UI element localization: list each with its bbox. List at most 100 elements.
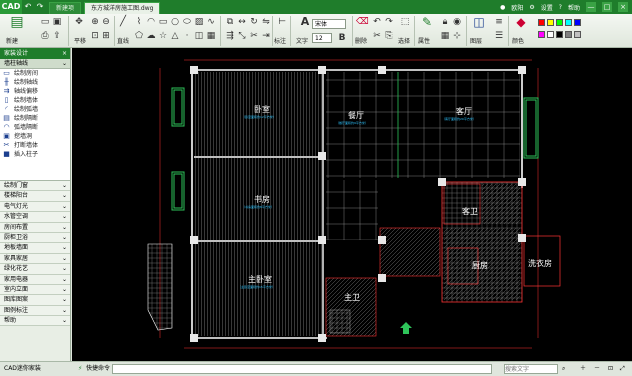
pan-button[interactable]: 平移 <box>74 36 86 45</box>
redo-tool-icon[interactable]: ↷ <box>384 17 394 27</box>
lock-icon[interactable]: 🔒︎ <box>440 17 450 27</box>
tab-new[interactable]: 新建项 <box>49 2 82 14</box>
color-swatch[interactable] <box>556 19 563 26</box>
zoom-out-status-icon[interactable]: － <box>594 362 600 376</box>
category-item[interactable]: 绘制门窗 ⌄ <box>0 181 70 192</box>
dimension-icon[interactable]: ⊢ <box>277 17 287 27</box>
mirror-icon[interactable]: ⇋ <box>261 17 271 27</box>
snap-icon[interactable]: ⊹ <box>452 31 462 41</box>
open-icon[interactable]: ▭ <box>40 17 50 27</box>
paste-icon[interactable]: ⎘ <box>384 31 394 41</box>
layers-button[interactable]: 图层 <box>470 36 482 45</box>
color-swatch[interactable] <box>574 19 581 26</box>
tool-item[interactable]: ▭ 绘制房间 <box>0 69 70 78</box>
image-icon[interactable]: ▦ <box>206 31 216 41</box>
zoom-window-icon[interactable]: ⊡ <box>90 31 100 41</box>
rotate-icon[interactable]: ↻ <box>249 17 259 27</box>
trim-icon[interactable]: ✂ <box>249 31 259 41</box>
maximize-button[interactable]: □ <box>602 2 612 12</box>
category-item[interactable]: 电气灯光 ⌄ <box>0 201 70 213</box>
hatch-icon[interactable]: ▨ <box>194 17 204 27</box>
cut-icon[interactable]: ✂ <box>372 31 382 41</box>
command-input[interactable] <box>112 364 492 374</box>
color-swatch[interactable] <box>538 31 545 38</box>
cloud-icon[interactable]: ☁ <box>146 31 156 41</box>
fit-icon[interactable]: ⊡ <box>608 362 613 376</box>
category-item[interactable]: 帮助 ⌄ <box>0 316 70 327</box>
block-icon[interactable]: ◫ <box>194 31 204 41</box>
color-swatch[interactable] <box>538 19 545 26</box>
tool-item[interactable]: ▤ 绘制隔断 <box>0 114 70 123</box>
erase-icon[interactable]: ⌫ <box>356 17 369 27</box>
triangle-icon[interactable]: △ <box>170 31 180 41</box>
close-button[interactable]: × <box>618 2 628 12</box>
category-item[interactable]: 房间布置 ⌄ <box>0 222 70 233</box>
select-icon[interactable]: ⬚ <box>400 17 410 27</box>
category-item[interactable]: 家具家居 ⌄ <box>0 253 70 265</box>
star-icon[interactable]: ☆ <box>158 31 168 41</box>
font-select[interactable]: 宋体 <box>312 19 346 29</box>
undo-icon[interactable]: ↶ <box>22 1 34 13</box>
category-item[interactable]: 厨柜卫浴 ⌄ <box>0 232 70 244</box>
zoom-extents-icon[interactable]: ⊞ <box>101 31 111 41</box>
color-icon[interactable]: ◆ <box>514 16 528 31</box>
print-icon[interactable]: ⎙ <box>40 31 50 41</box>
fullscreen-icon[interactable]: ⤢ <box>620 362 625 376</box>
pan-icon[interactable]: ✥ <box>74 17 84 27</box>
category-item[interactable]: 家用电器 ⌄ <box>0 274 70 285</box>
text-button[interactable]: 文字 <box>296 36 308 45</box>
scale-icon[interactable]: ⤡ <box>237 31 247 41</box>
circle-icon[interactable]: ○ <box>170 17 180 27</box>
point-icon[interactable]: · <box>182 31 192 41</box>
panel-section[interactable]: 墙柱轴线 ⌄ <box>0 59 70 69</box>
new-button[interactable]: 新建 <box>6 36 18 45</box>
help-button[interactable]: 帮助 <box>568 3 580 12</box>
tool-item[interactable]: ◜ 绘制弧墙 <box>0 105 70 114</box>
line-icon[interactable]: ╱ <box>118 17 128 27</box>
zoom-in-status-icon[interactable]: ＋ <box>580 362 586 376</box>
tool-item[interactable]: ▯ 绘制墙体 <box>0 96 70 105</box>
tool-item[interactable]: ╫ 绘制轴线 <box>0 78 70 87</box>
room-bedroom[interactable] <box>194 72 322 156</box>
attr-button[interactable]: 属性 <box>418 36 430 45</box>
select-button[interactable]: 选择 <box>398 36 410 45</box>
color-swatch[interactable] <box>547 19 554 26</box>
color-swatch[interactable] <box>556 31 563 38</box>
color-swatch[interactable] <box>565 19 572 26</box>
undo-tool-icon[interactable]: ↶ <box>372 17 382 27</box>
search-icon[interactable]: ⌕ <box>562 362 565 376</box>
new-file-icon[interactable]: ▤ <box>8 15 26 33</box>
tool-item[interactable]: ◠ 弧墙隔断 <box>0 123 70 132</box>
category-item[interactable]: 水管空调 ⌄ <box>0 212 70 223</box>
category-item[interactable]: 楼梯阳台 ⌄ <box>0 191 70 202</box>
lineweight-icon[interactable]: ☰ <box>494 31 504 41</box>
search-input[interactable] <box>504 364 558 374</box>
line-button[interactable]: 直线 <box>117 36 129 45</box>
grid-icon[interactable]: ▦ <box>440 31 450 41</box>
color-swatch[interactable] <box>547 31 554 38</box>
font-size-select[interactable]: 12 <box>312 33 332 43</box>
extend-icon[interactable]: ⇥ <box>261 31 271 41</box>
zoom-in-icon[interactable]: ⊕ <box>90 17 100 27</box>
pen-icon[interactable]: ✎ <box>420 16 434 31</box>
linetype-icon[interactable]: ≡ <box>494 17 504 27</box>
settings-icon[interactable]: ⚙ <box>529 4 534 11</box>
polyline-icon[interactable]: ⌇ <box>134 17 144 27</box>
command-icon[interactable]: ⚡ <box>78 362 82 376</box>
rectangle-icon[interactable]: ▭ <box>158 17 168 27</box>
tool-item[interactable]: ▣ 挖墙洞 <box>0 132 70 141</box>
user-icon[interactable]: ● <box>500 4 505 11</box>
redo-icon[interactable]: ↷ <box>34 1 46 13</box>
polygon-icon[interactable]: ⬠ <box>134 31 144 41</box>
arc-icon[interactable]: ◠ <box>146 17 156 27</box>
tool-item[interactable]: ⇉ 轴线偏移 <box>0 87 70 96</box>
user-name[interactable]: 欧阳 <box>511 3 523 12</box>
floor-plan[interactable]: 卧室 （卧室面积约12平方米） 餐厅 （餐厅面积约9平方米） 客厅 （客厅面积约… <box>72 48 632 361</box>
room-master-bedroom[interactable] <box>194 242 322 336</box>
copy-icon[interactable]: ⧉ <box>225 17 235 27</box>
export-icon[interactable]: ⇪ <box>52 31 62 41</box>
category-item[interactable]: 图库图案 ⌄ <box>0 295 70 306</box>
text-icon[interactable]: A <box>300 16 310 27</box>
erase-button[interactable]: 删除 <box>355 36 367 45</box>
eye-icon[interactable]: ◉ <box>452 17 462 27</box>
